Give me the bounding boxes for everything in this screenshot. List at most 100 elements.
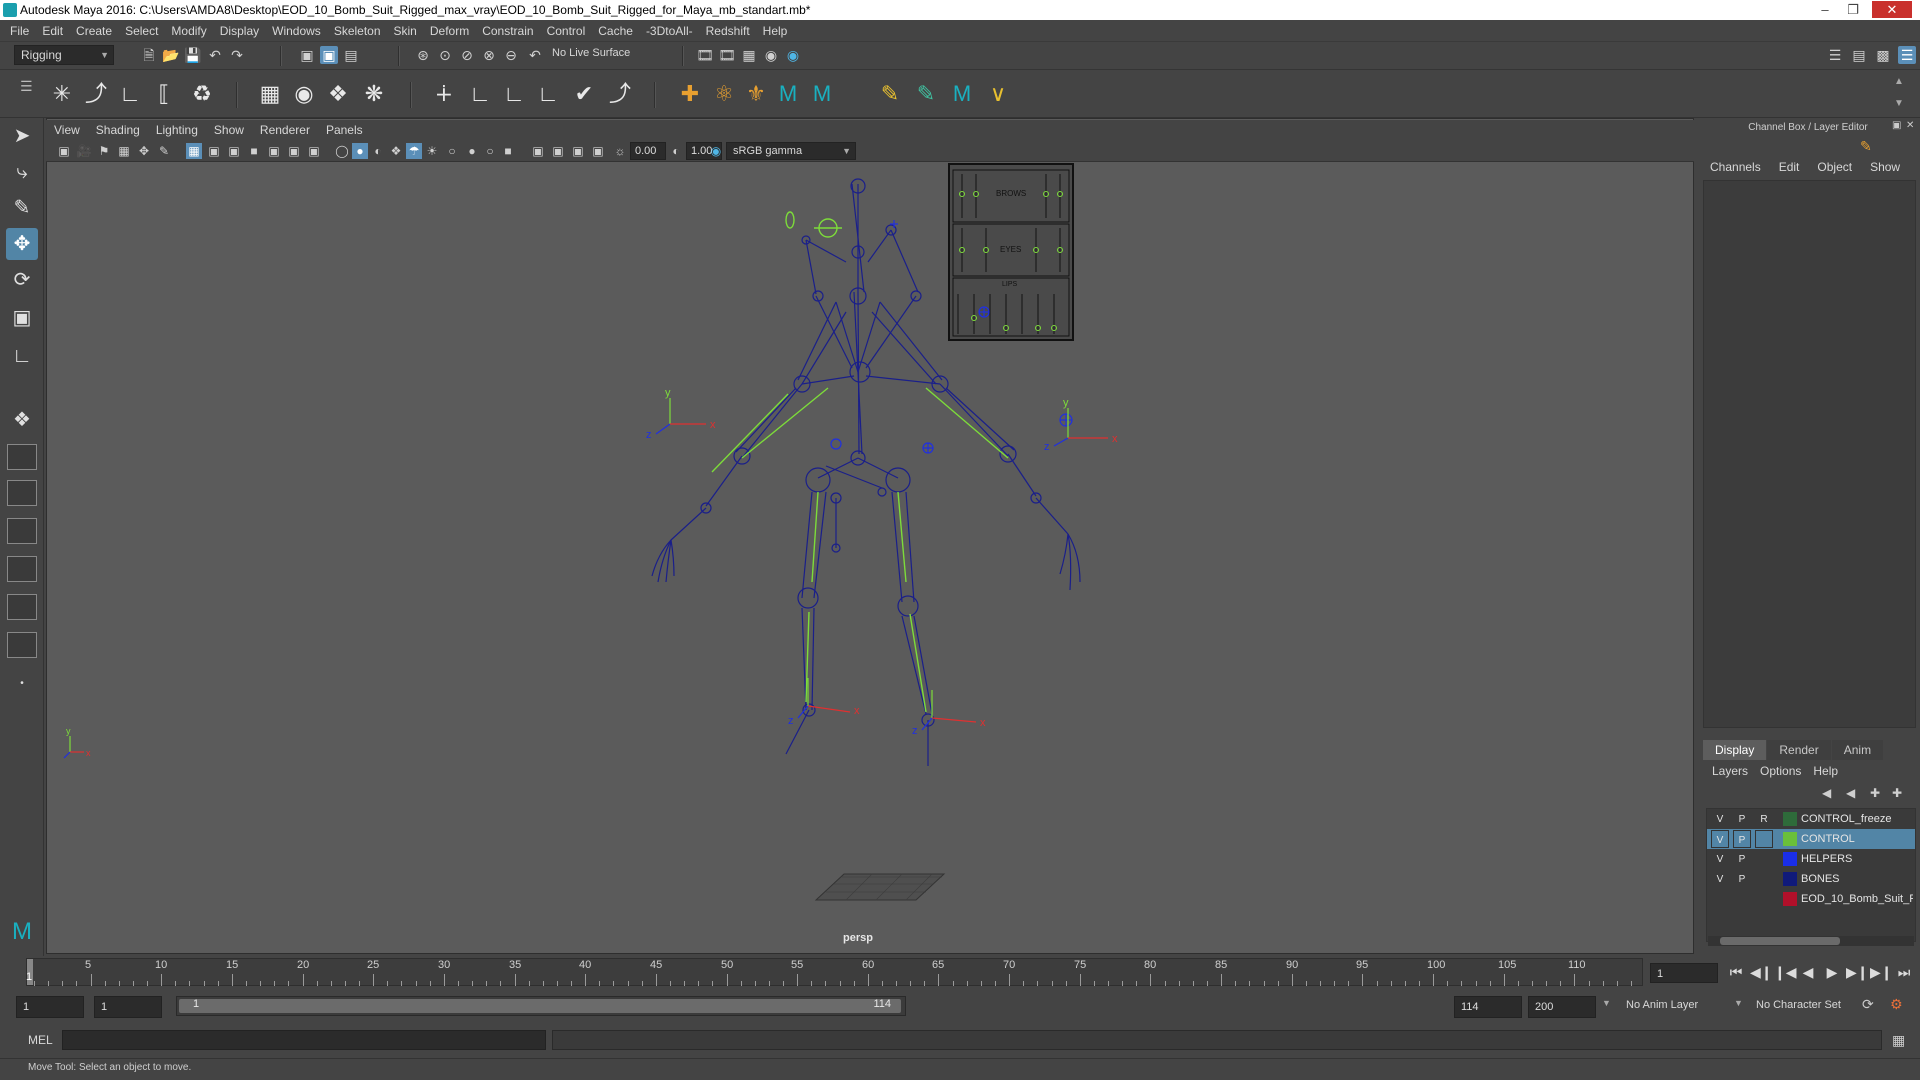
- layout-persp-graph-icon[interactable]: [7, 556, 37, 582]
- edit-menu[interactable]: Edit: [1779, 160, 1800, 180]
- image-plane-icon[interactable]: ▦: [116, 143, 132, 159]
- component-editor-icon[interactable]: ✎: [912, 80, 940, 108]
- render-frame-icon[interactable]: 🎞: [696, 46, 714, 64]
- gate-mask-icon[interactable]: ■: [246, 143, 262, 159]
- vp-menu-renderer[interactable]: Renderer: [260, 123, 310, 137]
- vp-menu-show[interactable]: Show: [214, 123, 244, 137]
- wireframe-icon[interactable]: ◯: [334, 143, 350, 159]
- menu-3dtoall[interactable]: -3DtoAll-: [646, 24, 693, 38]
- select-camera-icon[interactable]: ▣: [56, 143, 72, 159]
- playback-start-field[interactable]: 1: [94, 996, 162, 1018]
- attribute-editor-icon[interactable]: ☰: [1826, 46, 1844, 64]
- step-back-key-icon[interactable]: ❙◀: [1774, 962, 1797, 982]
- smooth-bind-icon[interactable]: ◉: [290, 80, 318, 108]
- xray-joints-icon[interactable]: ▣: [550, 143, 566, 159]
- set-driven-key-icon[interactable]: ⚜: [742, 80, 770, 108]
- lattice-icon[interactable]: ❖: [324, 80, 352, 108]
- playback-toggle[interactable]: P: [1733, 830, 1751, 848]
- menu-select[interactable]: Select: [125, 24, 158, 38]
- range-slider-thumb[interactable]: [179, 999, 901, 1013]
- step-forward-frame-icon[interactable]: ▶❙: [1870, 962, 1893, 982]
- paint-select-icon[interactable]: ✎: [6, 192, 38, 224]
- options-menu[interactable]: Options: [1760, 764, 1801, 778]
- play-forwards-icon[interactable]: ▶: [1822, 962, 1842, 982]
- auto-key-icon[interactable]: ⟳: [1862, 996, 1874, 1013]
- anti-aliasing-icon[interactable]: ■: [500, 143, 516, 159]
- restore-icon[interactable]: ❐: [1840, 1, 1866, 18]
- menu-constrain[interactable]: Constrain: [482, 24, 533, 38]
- play-backwards-icon[interactable]: ◀: [1798, 962, 1818, 982]
- move-tool-icon[interactable]: ✥: [6, 228, 38, 260]
- camera-attributes-icon[interactable]: 🎥: [76, 143, 92, 159]
- menu-create[interactable]: Create: [76, 24, 112, 38]
- show-manipulator-icon[interactable]: ❖: [6, 404, 38, 436]
- snap-grid-icon[interactable]: ⊛: [414, 46, 432, 64]
- xray-components-icon[interactable]: ▣: [570, 143, 586, 159]
- animation-end-field[interactable]: 200: [1528, 996, 1596, 1018]
- minimize-icon[interactable]: –: [1812, 1, 1838, 18]
- current-frame-field[interactable]: 1: [1650, 963, 1718, 983]
- layer-row-eod-mesh[interactable]: EOD_10_Bomb_Suit_Ri: [1707, 889, 1915, 909]
- snap-surface-icon[interactable]: ⊖: [502, 46, 520, 64]
- undo-icon[interactable]: ↶: [206, 46, 224, 64]
- channel-box-settings-icon[interactable]: ✎: [1860, 138, 1872, 155]
- xray-icon[interactable]: ○: [444, 143, 460, 159]
- layer-row-control[interactable]: V P CONTROL: [1707, 829, 1915, 849]
- more-layouts-icon[interactable]: •: [6, 668, 38, 700]
- color-management-icon[interactable]: ◉: [708, 143, 724, 159]
- bind-skin-icon[interactable]: ▦: [256, 80, 284, 108]
- make-live-icon[interactable]: ↶: [526, 46, 544, 64]
- chevron-down-icon[interactable]: ▼: [1602, 998, 1611, 1008]
- vp-menu-panels[interactable]: Panels: [326, 123, 363, 137]
- new-empty-layer-icon[interactable]: ✚: [1870, 786, 1880, 800]
- motion-blur-icon[interactable]: ○: [482, 143, 498, 159]
- visibility-toggle[interactable]: V: [1711, 810, 1729, 828]
- scrollbar-thumb[interactable]: [1720, 937, 1840, 945]
- select-tool-icon[interactable]: ➤: [6, 120, 38, 152]
- grid-icon[interactable]: ▦: [186, 143, 202, 159]
- layer-color-swatch[interactable]: [1783, 892, 1797, 906]
- menu-windows[interactable]: Windows: [272, 24, 321, 38]
- visibility-toggle[interactable]: V: [1711, 870, 1729, 888]
- select-object-icon[interactable]: ▣: [320, 46, 338, 64]
- mirror-joint-icon[interactable]: ♻: [188, 80, 216, 108]
- resolution-gate-icon[interactable]: ▣: [226, 143, 242, 159]
- safe-action-icon[interactable]: ▣: [286, 143, 302, 159]
- visibility-toggle[interactable]: V: [1711, 830, 1729, 848]
- ik-fk-switch-icon[interactable]: ⚛: [710, 80, 738, 108]
- orient-constraint-icon[interactable]: ∟: [500, 80, 528, 108]
- snap-curve-icon[interactable]: ⊙: [436, 46, 454, 64]
- tab-anim[interactable]: Anim: [1831, 740, 1884, 760]
- menu-skin[interactable]: Skin: [394, 24, 417, 38]
- layout-single-icon[interactable]: [7, 444, 37, 470]
- open-scene-icon[interactable]: 📂: [162, 46, 180, 64]
- move-layer-up-icon[interactable]: ◀: [1822, 786, 1831, 800]
- rotate-tool-icon[interactable]: ⟳: [6, 264, 38, 296]
- new-scene-icon[interactable]: 🗎: [140, 46, 158, 64]
- range-slider-bar[interactable]: 1 114: [176, 996, 906, 1016]
- tab-display[interactable]: Display: [1703, 740, 1767, 760]
- viewport-canvas[interactable]: BROWS EYES LIPS y x z y x z x z x z y x: [46, 162, 1694, 954]
- safe-title-icon[interactable]: ▣: [306, 143, 322, 159]
- menu-file[interactable]: File: [10, 24, 29, 38]
- menu-cache[interactable]: Cache: [598, 24, 633, 38]
- shelf-menu-icon[interactable]: ☰: [20, 78, 33, 95]
- script-language-toggle[interactable]: MEL: [28, 1033, 53, 1047]
- menu-skeleton[interactable]: Skeleton: [334, 24, 381, 38]
- quick-rig-icon[interactable]: M: [948, 80, 976, 108]
- locator-icon[interactable]: ✚: [676, 80, 704, 108]
- menu-edit[interactable]: Edit: [42, 24, 63, 38]
- vp-menu-view[interactable]: View: [54, 123, 80, 137]
- film-gate-icon[interactable]: ▣: [206, 143, 222, 159]
- parent-constraint-icon[interactable]: ✔: [570, 80, 598, 108]
- smooth-shade-icon[interactable]: ●: [352, 143, 368, 159]
- use-all-lights-icon[interactable]: ☂: [406, 143, 422, 159]
- layers-menu[interactable]: Layers: [1712, 764, 1748, 778]
- pole-vector-icon[interactable]: ⤴: [606, 80, 634, 108]
- object-menu[interactable]: Object: [1817, 160, 1852, 180]
- gamma-icon[interactable]: ◐: [668, 143, 684, 159]
- menu-modify[interactable]: Modify: [171, 24, 206, 38]
- channels-menu[interactable]: Channels: [1710, 160, 1761, 180]
- blend-shape-icon[interactable]: ∨: [984, 80, 1012, 108]
- ipr-render-icon[interactable]: 🎞: [718, 46, 736, 64]
